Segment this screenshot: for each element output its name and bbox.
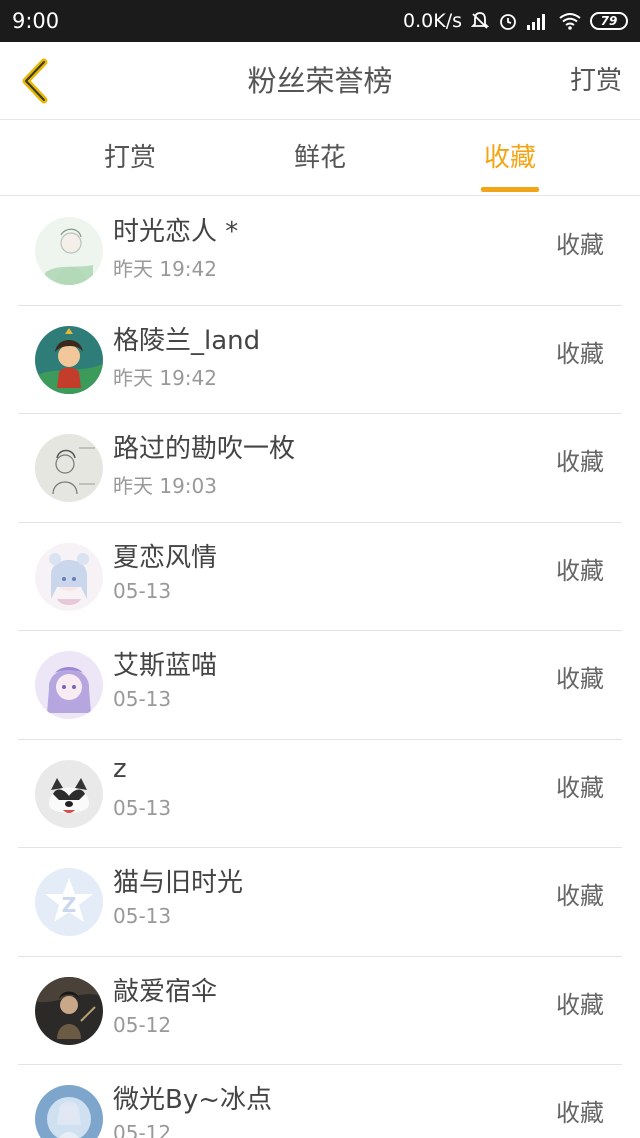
status-time: 9:00 (12, 9, 60, 33)
item-name: 路过的勘吹一枚 (113, 434, 296, 464)
active-tab-indicator (481, 187, 539, 192)
header: 粉丝荣誉榜 打赏 (0, 42, 640, 120)
list-item[interactable]: z 05-13 收藏 (0, 740, 640, 849)
tab-reward[interactable]: 打赏 (70, 120, 190, 196)
list-item[interactable]: 敲爱宿伞 05-12 收藏 (0, 957, 640, 1066)
network-speed: 0.0K/s (403, 10, 462, 32)
avatar[interactable] (35, 651, 103, 719)
avatar[interactable] (35, 1085, 103, 1138)
item-time: 昨天 19:42 (113, 257, 217, 281)
item-name: 艾斯蓝喵 (113, 651, 218, 681)
item-time: 05-12 (113, 1012, 172, 1037)
back-button[interactable] (12, 56, 58, 106)
item-action: 收藏 (556, 990, 604, 1019)
item-action: 收藏 (556, 231, 604, 259)
list-item[interactable]: 夏恋风情 05-13 收藏 (0, 523, 640, 632)
tab-favorites[interactable]: 收藏 (450, 120, 570, 196)
avatar[interactable] (35, 542, 103, 611)
item-time: 05-13 (113, 795, 172, 820)
item-action: 收藏 (556, 665, 604, 693)
item-name: z (113, 753, 127, 784)
item-name: 敲爱宿伞 (113, 976, 218, 1007)
alarm-icon (498, 11, 518, 31)
list-item[interactable]: 格陵兰_land 昨天 19:42 收藏 (0, 306, 640, 415)
item-time: 05-13 (113, 687, 172, 711)
battery-icon: 79 (590, 12, 628, 30)
item-action: 收藏 (556, 1099, 604, 1127)
avatar[interactable] (35, 434, 103, 502)
tab-bar: 打赏 鲜花 收藏 (0, 120, 640, 196)
item-action: 收藏 (556, 882, 604, 910)
item-time: 05-13 (113, 578, 172, 603)
tab-flowers[interactable]: 鲜花 (260, 120, 380, 196)
item-action: 收藏 (556, 448, 604, 476)
avatar[interactable] (35, 325, 103, 394)
avatar[interactable] (35, 217, 103, 285)
item-name: 时光恋人 * (113, 217, 239, 247)
item-time: 05-13 (113, 904, 172, 928)
mute-bell-icon (470, 11, 490, 31)
signal-icon (526, 12, 550, 30)
tab-favorites-label: 收藏 (483, 143, 536, 173)
list-item[interactable]: 时光恋人 * 昨天 19:42 收藏 (0, 197, 640, 306)
item-name: 猫与旧时光 (113, 868, 244, 898)
avatar[interactable] (35, 976, 103, 1045)
back-arrow-icon (22, 58, 48, 104)
avatar[interactable] (35, 759, 103, 828)
status-icons: 0.0K/s 79 (403, 10, 628, 32)
item-action: 收藏 (556, 556, 604, 585)
avatar[interactable]: Z (35, 868, 103, 936)
fan-list: 时光恋人 * 昨天 19:42 收藏 格陵兰_land 昨天 19:42 收藏 … (0, 197, 640, 1138)
item-name: 夏恋风情 (113, 542, 218, 573)
item-time: 昨天 19:42 (113, 365, 217, 390)
page-title: 粉丝荣誉榜 (247, 64, 393, 98)
item-time: 昨天 19:03 (113, 474, 217, 498)
list-item[interactable]: 艾斯蓝喵 05-13 收藏 (0, 631, 640, 740)
list-item[interactable]: 路过的勘吹一枚 昨天 19:03 收藏 (0, 414, 640, 523)
item-action: 收藏 (556, 339, 604, 368)
item-time: 05-12 (113, 1121, 172, 1138)
item-action: 收藏 (556, 773, 604, 802)
svg-text:Z: Z (62, 893, 77, 917)
status-bar: 9:00 0.0K/s 79 (0, 0, 640, 42)
item-name: 格陵兰_land (113, 325, 261, 356)
reward-button[interactable]: 打赏 (570, 42, 622, 120)
wifi-icon (558, 12, 582, 30)
list-item[interactable]: Z 猫与旧时光 05-13 收藏 (0, 848, 640, 957)
list-item[interactable]: 微光By~冰点 05-12 收藏 (0, 1065, 640, 1138)
item-name: 微光By~冰点 (113, 1085, 273, 1115)
